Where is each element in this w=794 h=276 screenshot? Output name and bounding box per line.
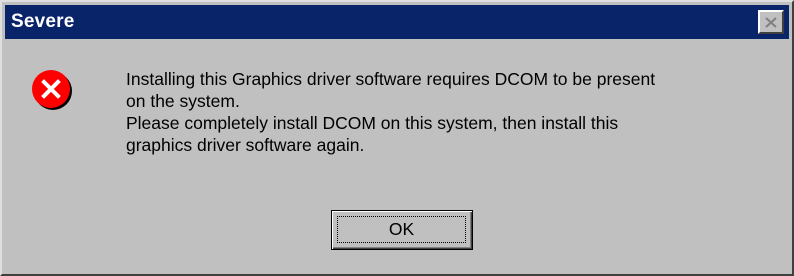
message-line: on the system. — [126, 91, 240, 111]
close-icon — [765, 16, 777, 28]
error-icon — [30, 68, 74, 112]
ok-button[interactable]: OK — [331, 210, 473, 250]
title-bar[interactable]: Severe — [5, 5, 789, 39]
message-line: graphics driver software again. — [126, 135, 365, 155]
ok-button-label: OK — [337, 216, 466, 243]
message-line: Installing this Graphics driver software… — [126, 69, 656, 89]
error-message: Installing this Graphics driver software… — [126, 68, 776, 156]
close-button[interactable] — [758, 10, 784, 34]
error-dialog: Severe Installing this Graphics driver s… — [0, 0, 794, 276]
message-line: Please completely install DCOM on this s… — [126, 113, 619, 133]
dialog-title: Severe — [11, 11, 75, 32]
